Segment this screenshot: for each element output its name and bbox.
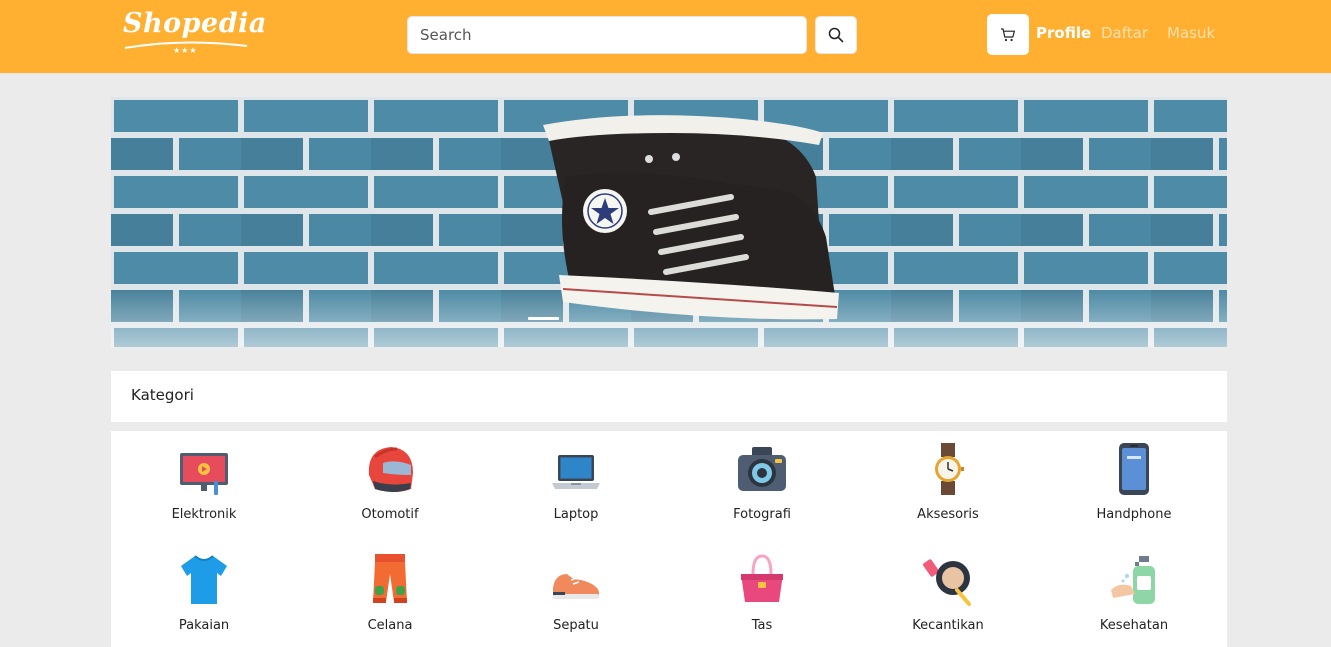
category-handphone[interactable]: Handphone	[1041, 431, 1227, 531]
sanitizer-icon	[1111, 556, 1155, 604]
category-laptop[interactable]: Laptop	[483, 431, 669, 531]
category-label: Kecantikan	[912, 618, 984, 633]
kategori-title: Kategori	[131, 386, 194, 404]
cart-icon	[1001, 27, 1015, 41]
logo[interactable]: Shopedia ★★★	[123, 8, 266, 60]
category-label: Celana	[367, 618, 413, 633]
camera-icon	[738, 447, 786, 491]
hero-banner[interactable]	[111, 97, 1227, 347]
category-grid: Elektronik Otomotif Laptop Fotografi Aks…	[111, 431, 1227, 647]
nav-profile-link[interactable]: Profile	[1036, 24, 1091, 42]
watch-icon	[935, 443, 964, 495]
category-label: Tas	[751, 618, 773, 633]
makeup-icon	[923, 559, 971, 606]
nav-masuk-link[interactable]: Masuk	[1167, 24, 1215, 42]
category-otomotif[interactable]: Otomotif	[297, 431, 483, 531]
category-aksesoris[interactable]: Aksesoris	[855, 431, 1041, 531]
navbar: Shopedia ★★★ Profile Daftar Masuk	[0, 0, 1331, 73]
kategori-header: Kategori	[111, 371, 1227, 422]
category-label: Handphone	[1096, 507, 1172, 522]
banner-image	[111, 97, 1227, 347]
category-kesehatan[interactable]: Kesehatan	[1041, 542, 1227, 642]
category-label: Laptop	[553, 507, 599, 522]
shoe-icon	[553, 574, 599, 599]
category-pakaian[interactable]: Pakaian	[111, 542, 297, 642]
category-kecantikan[interactable]: Kecantikan	[855, 542, 1041, 642]
tshirt-icon	[181, 555, 227, 604]
search-icon	[828, 27, 844, 43]
carousel-indicator[interactable]	[528, 317, 559, 320]
category-label: Fotografi	[733, 507, 791, 522]
cart-button[interactable]	[987, 14, 1029, 55]
nav-daftar-link[interactable]: Daftar	[1101, 24, 1148, 42]
search-button[interactable]	[815, 16, 857, 54]
category-label: Kesehatan	[1099, 618, 1169, 633]
logo-text: Shopedia	[123, 8, 267, 39]
category-elektronik[interactable]: Elektronik	[111, 431, 297, 531]
category-sepatu[interactable]: Sepatu	[483, 542, 669, 642]
tv-icon	[180, 453, 228, 495]
pants-icon	[373, 554, 407, 603]
search-input[interactable]	[407, 16, 807, 54]
logo-stars: ★★★	[173, 46, 198, 55]
category-label: Otomotif	[361, 507, 419, 522]
category-label: Pakaian	[178, 618, 230, 633]
category-tas[interactable]: Tas	[669, 542, 855, 642]
bag-icon	[741, 554, 783, 602]
category-celana[interactable]: Celana	[297, 542, 483, 642]
phone-icon	[1119, 443, 1149, 495]
helmet-icon	[368, 447, 413, 492]
category-label: Sepatu	[553, 618, 599, 633]
category-label: Aksesoris	[917, 507, 979, 522]
category-fotografi[interactable]: Fotografi	[669, 431, 855, 531]
category-label: Elektronik	[171, 507, 237, 522]
laptop-icon	[552, 455, 600, 489]
